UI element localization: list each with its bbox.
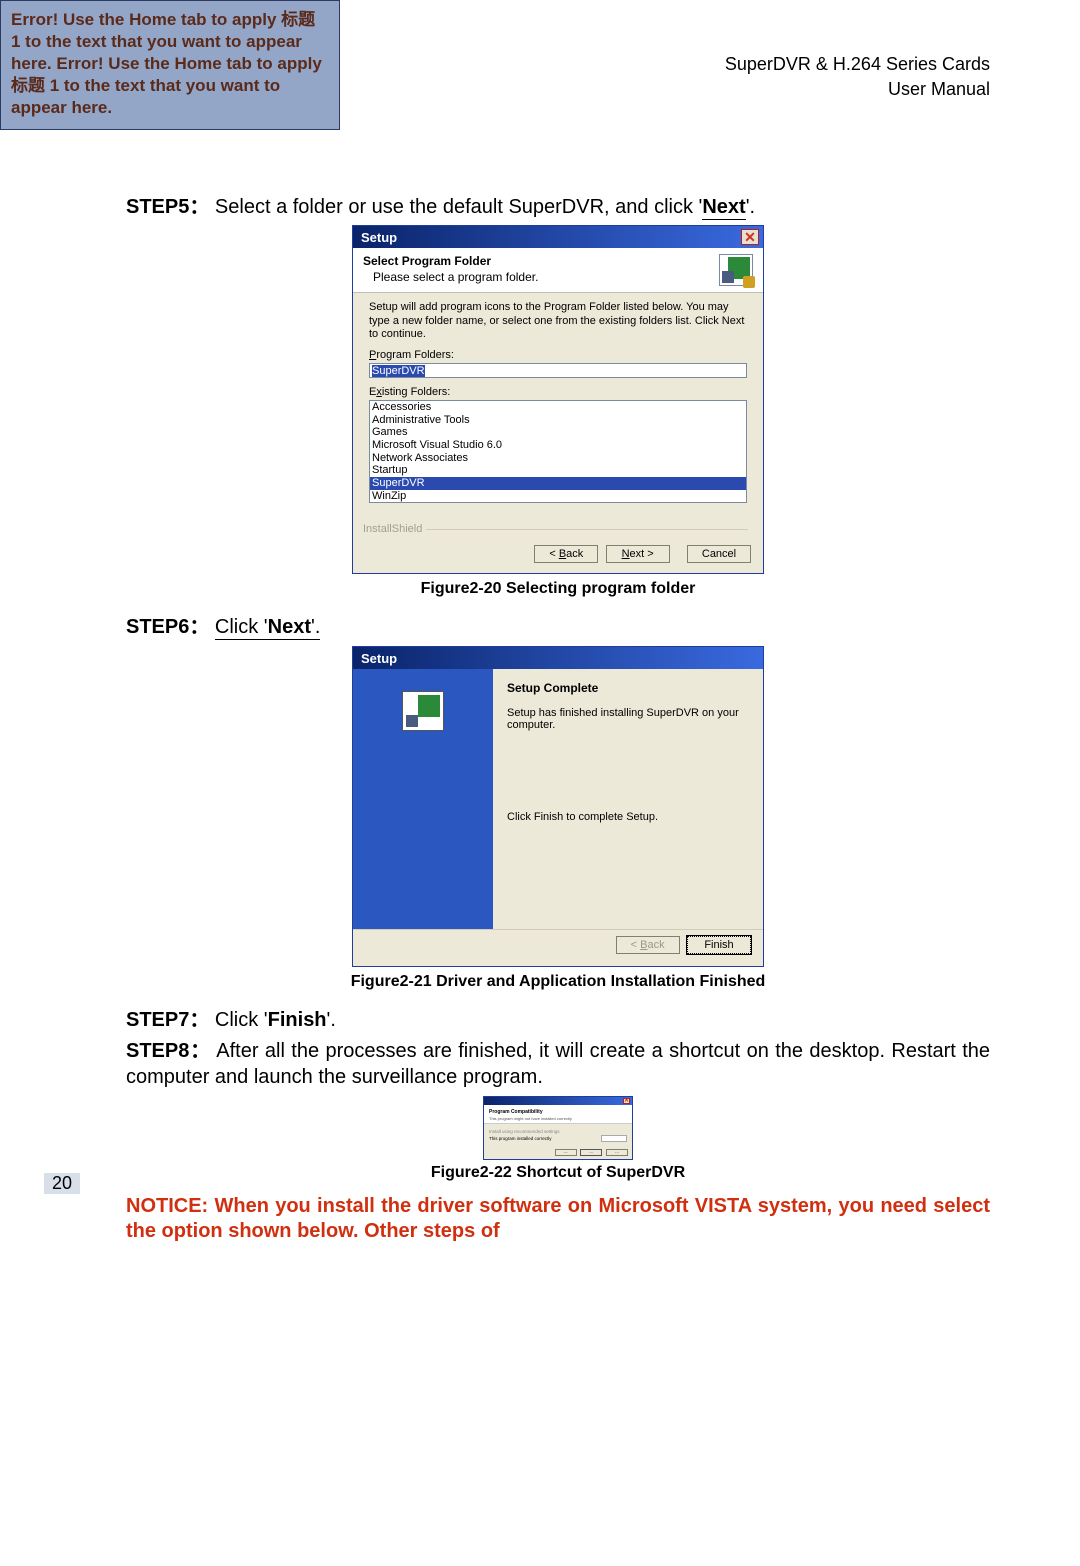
- notice-text: NOTICE: When you install the driver soft…: [126, 1194, 990, 1244]
- step7-line: STEP7： Click 'Finish'.: [126, 1003, 990, 1032]
- error-callout-text: Error! Use the Home tab to apply 标题 1 to…: [11, 9, 329, 119]
- dialog1-header: Select Program Folder Please select a pr…: [353, 248, 763, 293]
- product-line-2: User Manual: [340, 79, 990, 100]
- dialog2-titlebar: Setup: [353, 647, 763, 669]
- step7-finish: Finish: [268, 1009, 327, 1031]
- list-item[interactable]: WinZip: [370, 490, 746, 503]
- program-folders-label: PProgram Folders:rogram Folders:: [369, 349, 747, 361]
- close-icon[interactable]: ✕: [623, 1098, 630, 1104]
- next-button[interactable]: Next >: [606, 545, 670, 563]
- dialog3-btn2[interactable]: ···: [580, 1149, 602, 1156]
- list-item[interactable]: Games: [370, 426, 746, 439]
- dialog2-sidebar: [353, 669, 493, 929]
- list-item[interactable]: Network Associates: [370, 452, 746, 465]
- program-folder-input[interactable]: SuperDVR: [369, 363, 747, 378]
- figure-caption-21: Figure2-21 Driver and Application Instal…: [126, 973, 990, 991]
- dialog2-title: Setup: [361, 651, 397, 666]
- list-item[interactable]: Administrative Tools: [370, 414, 746, 427]
- dialog2-button-row: < Back Finish: [353, 929, 763, 966]
- existing-folders-label: Existing Folders:: [369, 386, 747, 398]
- close-icon[interactable]: ✕: [741, 229, 759, 245]
- step6-label: STEP6：: [126, 616, 209, 638]
- dialog1-title: Setup: [361, 230, 397, 245]
- step6-text-after: '.: [311, 616, 320, 638]
- step5-text-before: Select a folder or use the default Super…: [215, 196, 702, 218]
- setup-complete-dialog: Setup Setup Complete Setup has finished …: [352, 646, 764, 967]
- dialog3-btn1[interactable]: ···: [555, 1149, 577, 1156]
- step6-text-before: Click ': [215, 616, 268, 638]
- step6-next: Next: [268, 616, 311, 638]
- dialog3-title: Program Compatibility: [489, 1109, 627, 1115]
- list-item[interactable]: Startup: [370, 464, 746, 477]
- installshield-label: InstallShield: [353, 523, 763, 535]
- installer-icon: [719, 254, 753, 286]
- step6-line: STEP6： Click 'Next'.: [126, 610, 990, 640]
- figure-caption-22: Figure2-22 Shortcut of SuperDVR: [126, 1164, 990, 1182]
- dialog1-button-row: < Back Next > Cancel: [353, 541, 763, 573]
- existing-folders-list[interactable]: Accessories Administrative Tools Games M…: [369, 400, 747, 503]
- setup-folder-dialog: Setup ✕ Select Program Folder Please sel…: [352, 225, 764, 574]
- doc-header: SuperDVR & H.264 Series Cards User Manua…: [340, 0, 1080, 130]
- installer-icon: [402, 691, 444, 731]
- list-item-selected[interactable]: SuperDVR: [370, 477, 746, 490]
- step8-label: STEP8：: [126, 1040, 211, 1062]
- dialog3-select[interactable]: [601, 1135, 627, 1142]
- page-number: 20: [44, 1173, 80, 1194]
- dialog1-header-title: Select Program Folder: [363, 254, 538, 268]
- step8-text: After all the processes are finished, it…: [126, 1040, 990, 1088]
- back-button-disabled: < Back: [616, 936, 680, 954]
- setup-complete-p2: Click Finish to complete Setup.: [507, 811, 749, 823]
- step5-text-after: '.: [746, 196, 755, 218]
- figure-caption-20: Figure2-20 Selecting program folder: [126, 580, 990, 598]
- setup-complete-header: Setup Complete: [507, 681, 749, 695]
- dialog3-option1: Install using recommended settings: [489, 1129, 627, 1134]
- dialog1-header-sub: Please select a program folder.: [363, 270, 538, 284]
- step5-next: Next: [702, 196, 745, 218]
- finish-button[interactable]: Finish: [687, 936, 751, 954]
- shortcut-dialog: ✕ Program Compatibility This program mig…: [483, 1096, 633, 1160]
- step7-text-after: '.: [327, 1009, 336, 1031]
- dialog3-sub: This program might not have installed co…: [489, 1116, 627, 1121]
- product-line-1: SuperDVR & H.264 Series Cards: [340, 54, 990, 75]
- dialog3-option2: This program installed correctly: [489, 1136, 552, 1141]
- cancel-button[interactable]: Cancel: [687, 545, 751, 563]
- step7-label: STEP7：: [126, 1009, 209, 1031]
- dialog3-btn3[interactable]: ···: [606, 1149, 628, 1156]
- step8-line: STEP8： After all the processes are finis…: [126, 1038, 990, 1090]
- list-item[interactable]: Accessories: [370, 401, 746, 414]
- dialog1-instruction: Setup will add program icons to the Prog…: [369, 301, 747, 341]
- step5-line: STEP5： Select a folder or use the defaul…: [126, 190, 990, 219]
- step5-label: STEP5：: [126, 196, 209, 218]
- error-callout: Error! Use the Home tab to apply 标题 1 to…: [0, 0, 340, 130]
- step7-text-before: Click ': [215, 1009, 268, 1031]
- dialog3-titlebar: ✕: [484, 1097, 632, 1105]
- back-button[interactable]: < Back: [534, 545, 598, 563]
- setup-complete-p1: Setup has finished installing SuperDVR o…: [507, 707, 749, 731]
- dialog1-titlebar: Setup ✕: [353, 226, 763, 248]
- list-item[interactable]: Microsoft Visual Studio 6.0: [370, 439, 746, 452]
